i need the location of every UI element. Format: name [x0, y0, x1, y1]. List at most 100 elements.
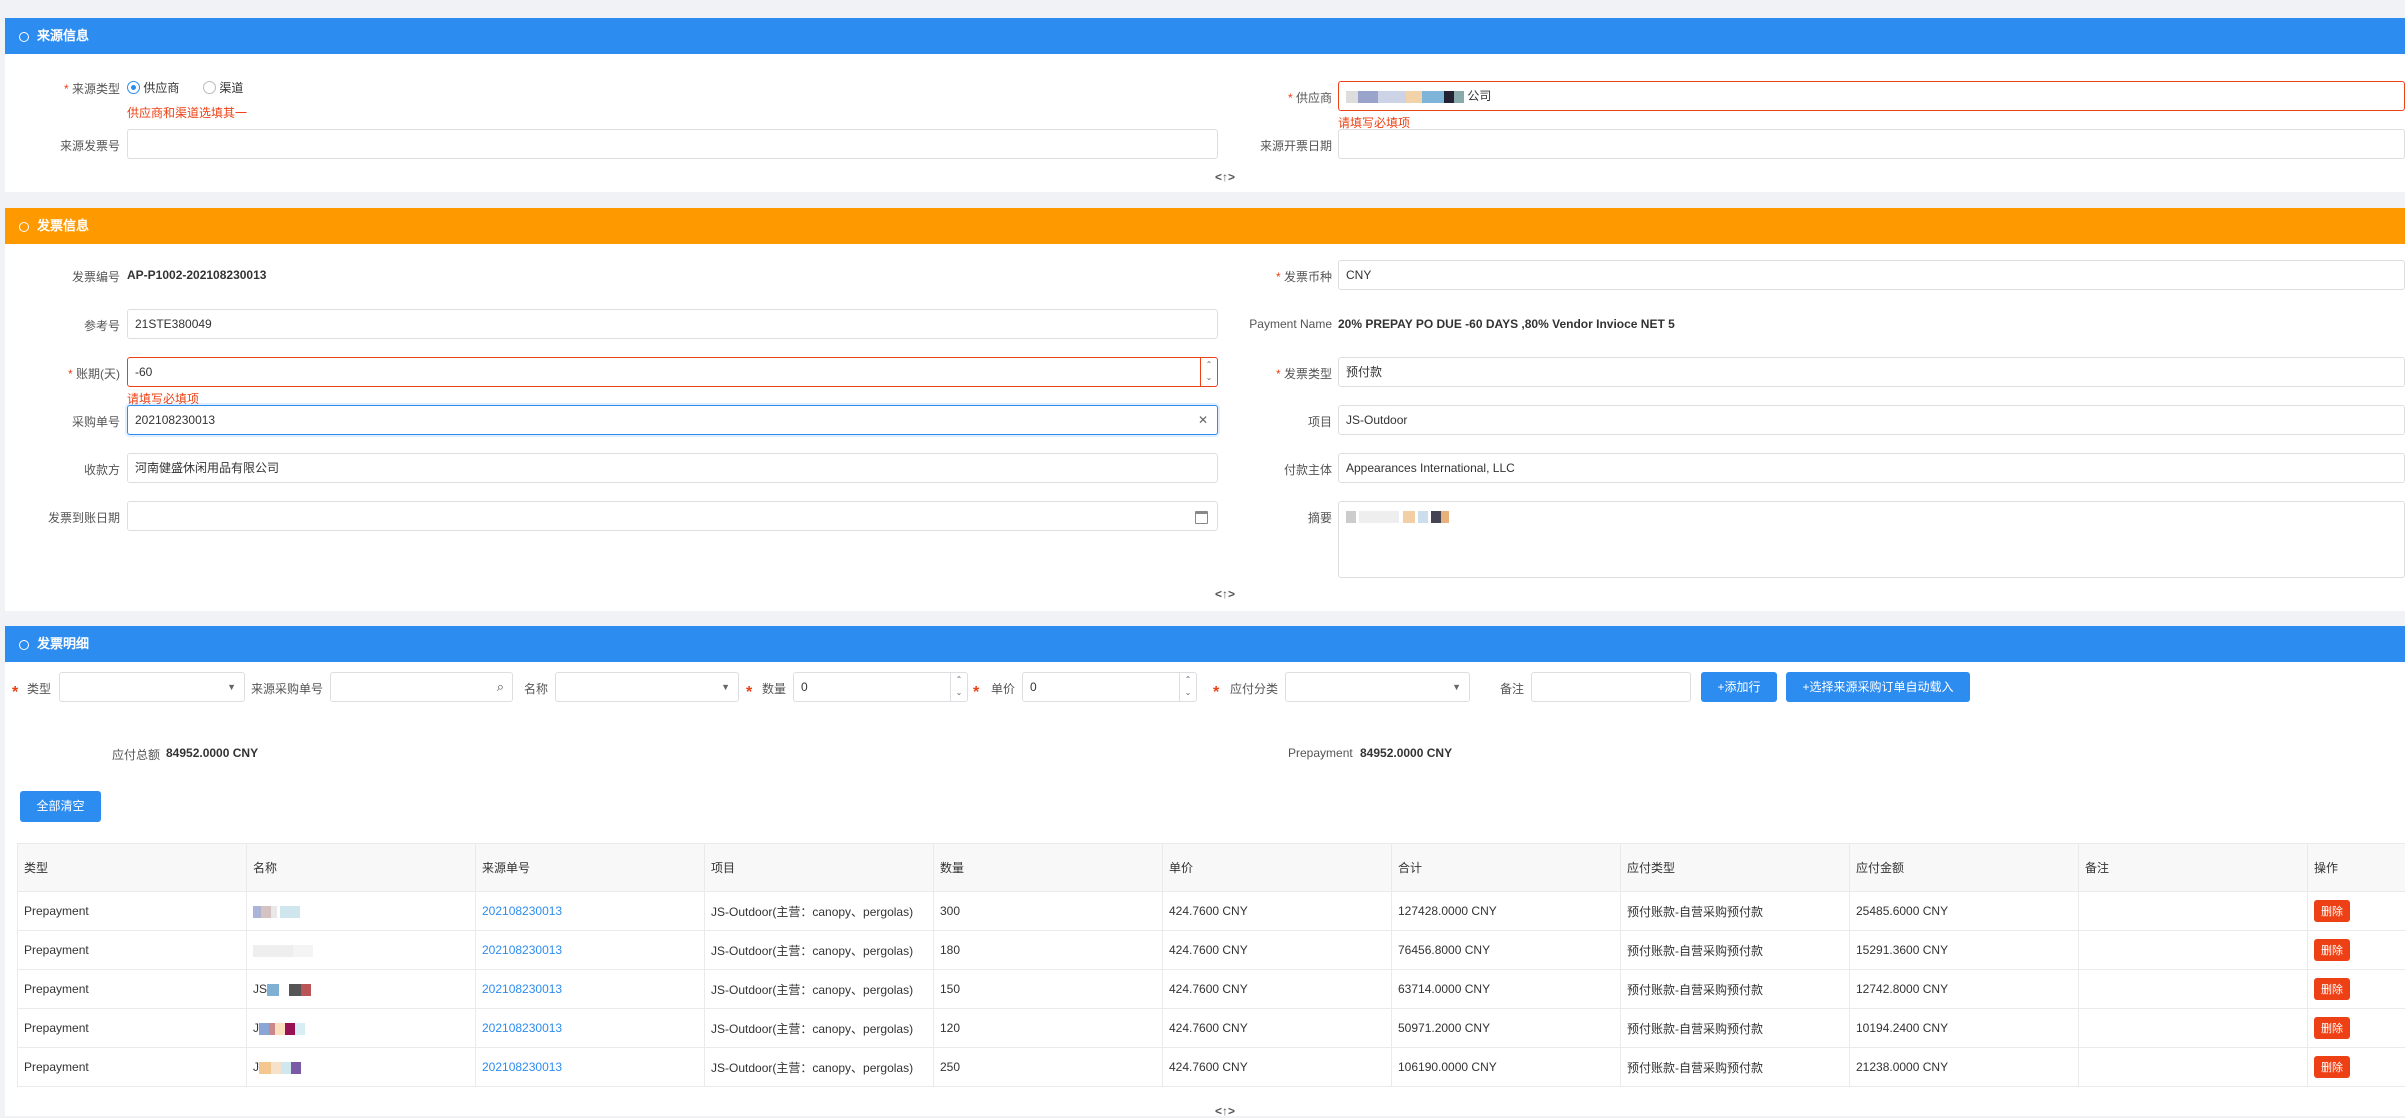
po-no-input[interactable]: 202108230013 ✕: [127, 405, 1218, 435]
cell-total: 127428.0000 CNY: [1392, 892, 1621, 931]
auto-load-button[interactable]: +选择来源采购订单自动载入: [1786, 672, 1970, 702]
invoice-section-title: 发票信息: [37, 218, 89, 233]
summary-textarea[interactable]: [1338, 501, 2405, 578]
cell-price: 424.7600 CNY: [1163, 1009, 1392, 1048]
type-filter-label: 类型: [27, 680, 51, 697]
arrival-date-label: 发票到账日期: [30, 509, 120, 526]
cell-source-link[interactable]: 202108230013: [476, 1048, 705, 1087]
cell-name: J: [247, 1048, 476, 1087]
cell-ap-type: 预付账款-自营采购预付款: [1621, 1009, 1850, 1048]
cell-qty: 150: [934, 970, 1163, 1009]
payer-label: 付款主体: [1220, 461, 1332, 478]
dropdown-caret-icon: ▼: [227, 673, 236, 701]
col-header: 操作: [2308, 844, 2405, 892]
total-value: 84952.0000 CNY: [166, 746, 258, 760]
calendar-icon[interactable]: [1195, 511, 1208, 524]
delete-button[interactable]: 删除: [2314, 939, 2350, 961]
search-icon[interactable]: ⌕: [497, 673, 504, 701]
cell-op: 删除: [2308, 931, 2405, 970]
cell-source-link[interactable]: 202108230013: [476, 931, 705, 970]
project-input[interactable]: JS-Outdoor: [1338, 405, 2405, 435]
name-filter-select[interactable]: ▼: [555, 672, 739, 702]
source-po-filter-input[interactable]: ⌕: [330, 672, 513, 702]
cell-project: JS-Outdoor(主营：canopy、pergolas): [705, 970, 934, 1009]
stepper-arrows-icon[interactable]: ⌃⌄: [1179, 673, 1196, 701]
ap-category-filter-label: 应付分类: [1230, 680, 1278, 697]
ref-no-input[interactable]: 21STE380049: [127, 309, 1218, 339]
invoice-no-value: AP-P1002-202108230013: [127, 268, 266, 282]
cell-qty: 250: [934, 1048, 1163, 1087]
source-po-filter-label: 来源采购单号: [251, 680, 323, 697]
total-label: 应付总额: [112, 746, 160, 763]
cell-op: 删除: [2308, 1048, 2405, 1087]
cell-amount: 10194.2400 CNY: [1850, 1009, 2079, 1048]
cell-amount: 21238.0000 CNY: [1850, 1048, 2079, 1087]
col-header: 来源单号: [476, 844, 705, 892]
cell-source-link[interactable]: 202108230013: [476, 892, 705, 931]
cell-total: 50971.2000 CNY: [1392, 1009, 1621, 1048]
source-collapse-toggle[interactable]: <↑>: [1215, 170, 1235, 184]
cell-source-link[interactable]: 202108230013: [476, 970, 705, 1009]
cell-source-link[interactable]: 202108230013: [476, 1009, 705, 1048]
currency-label: 发票币种: [1220, 268, 1332, 285]
delete-button[interactable]: 删除: [2314, 1056, 2350, 1078]
cell-price: 424.7600 CNY: [1163, 970, 1392, 1009]
add-row-button[interactable]: +添加行: [1701, 672, 1777, 702]
invoice-no-label: 发票编号: [30, 268, 120, 285]
cell-amount: 25485.6000 CNY: [1850, 892, 2079, 931]
cell-remark: [2079, 892, 2308, 931]
qty-filter-input[interactable]: 0⌃⌄: [793, 672, 968, 702]
qty-filter-label: 数量: [762, 680, 786, 697]
supplier-input[interactable]: 公司: [1338, 81, 2405, 111]
invoice-type-label: 发票类型: [1220, 365, 1332, 382]
required-star: *: [12, 684, 18, 702]
price-filter-input[interactable]: 0⌃⌄: [1022, 672, 1197, 702]
table-row: Prepayment JS 202108230013 JS-Outdoor(主营…: [18, 970, 2405, 1009]
currency-input[interactable]: CNY: [1338, 260, 2405, 290]
delete-button[interactable]: 删除: [2314, 1017, 2350, 1039]
detail-section-title: 发票明细: [37, 636, 89, 651]
delete-button[interactable]: 删除: [2314, 900, 2350, 922]
detail-table: 类型 名称 来源单号 项目 数量 单价 合计 应付类型 应付金额 备注 操作 P…: [17, 843, 2405, 1087]
col-header: 合计: [1392, 844, 1621, 892]
arrival-date-input[interactable]: [127, 501, 1218, 531]
stepper-arrows-icon[interactable]: ⌃⌄: [950, 673, 967, 701]
source-invoice-date-input[interactable]: [1338, 129, 2405, 159]
stepper-arrows-icon[interactable]: ⌃⌄: [1200, 358, 1217, 386]
cell-ap-type: 预付账款-自营采购预付款: [1621, 970, 1850, 1009]
clear-all-button[interactable]: 全部清空: [20, 791, 101, 822]
section-gear-icon: [19, 222, 29, 232]
type-filter-select[interactable]: ▼: [59, 672, 245, 702]
cell-remark: [2079, 1048, 2308, 1087]
payment-name-value: 20% PREPAY PO DUE -60 DAYS ,80% Vendor I…: [1338, 317, 1675, 331]
source-section-title: 来源信息: [37, 28, 89, 43]
cell-total: 76456.8000 CNY: [1392, 931, 1621, 970]
term-days-input[interactable]: -60 ⌃⌄: [127, 357, 1218, 387]
payee-input[interactable]: 河南健盛休闲用品有限公司: [127, 453, 1218, 483]
cell-ap-type: 预付账款-自营采购预付款: [1621, 892, 1850, 931]
cell-qty: 300: [934, 892, 1163, 931]
payment-name-label: Payment Name: [1200, 317, 1332, 331]
table-row: Prepayment 202108230013 JS-Outdoor(主营：ca…: [18, 892, 2405, 931]
dropdown-caret-icon: ▼: [721, 673, 730, 701]
cell-qty: 120: [934, 1009, 1163, 1048]
source-invoice-no-input[interactable]: [127, 129, 1218, 159]
delete-button[interactable]: 删除: [2314, 978, 2350, 1000]
remark-filter-input[interactable]: [1531, 672, 1691, 702]
payer-input[interactable]: Appearances International, LLC: [1338, 453, 2405, 483]
payee-label: 收款方: [30, 461, 120, 478]
ap-category-filter-select[interactable]: ▼: [1285, 672, 1470, 702]
cell-project: JS-Outdoor(主营：canopy、pergolas): [705, 931, 934, 970]
radio-supplier[interactable]: 供应商: [127, 79, 179, 96]
cell-remark: [2079, 1009, 2308, 1048]
invoice-collapse-toggle[interactable]: <↑>: [1215, 587, 1235, 601]
summary-label: 摘要: [1220, 509, 1332, 526]
cell-total: 63714.0000 CNY: [1392, 970, 1621, 1009]
cell-type: Prepayment: [18, 1048, 247, 1087]
invoice-type-select[interactable]: 预付款: [1338, 357, 2405, 387]
supplier-label: 供应商: [1220, 89, 1332, 106]
clear-icon[interactable]: ✕: [1198, 406, 1208, 434]
radio-channel[interactable]: 渠道: [203, 79, 243, 96]
col-header: 项目: [705, 844, 934, 892]
cell-name: J: [247, 1009, 476, 1048]
